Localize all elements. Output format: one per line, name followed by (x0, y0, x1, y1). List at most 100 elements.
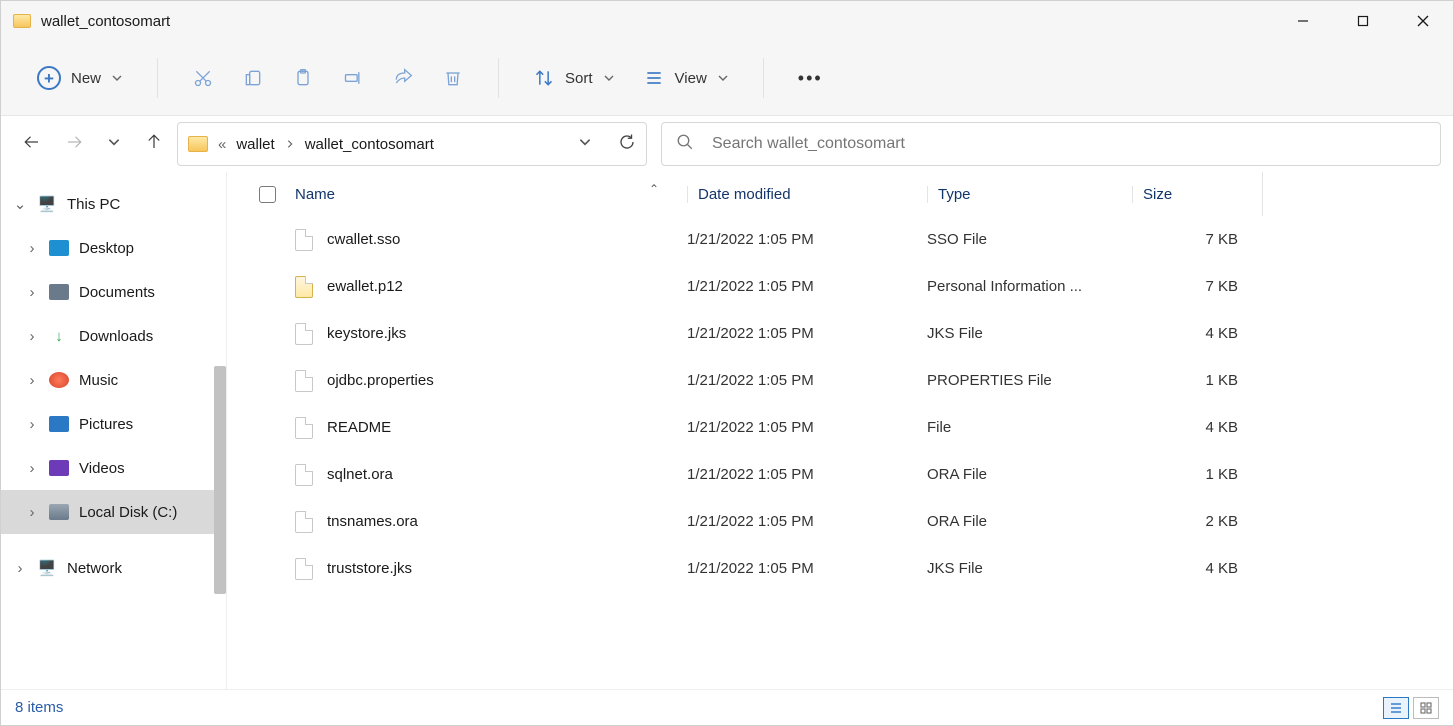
sidebar-local-disk-c[interactable]: › Local Disk (C:) (1, 490, 226, 534)
breadcrumb-wallet[interactable]: wallet (236, 136, 274, 153)
file-row[interactable]: tnsnames.ora1/21/2022 1:05 PMORA File2 K… (227, 498, 1453, 545)
file-name: cwallet.sso (327, 231, 400, 248)
file-type: ORA File (927, 513, 1132, 530)
select-all-checkbox[interactable] (259, 186, 295, 203)
scissors-icon (192, 67, 214, 89)
forward-button[interactable] (65, 133, 83, 155)
thumbnails-view-toggle[interactable] (1413, 697, 1439, 719)
overflow-chevrons[interactable]: « (218, 136, 226, 153)
breadcrumb-current[interactable]: wallet_contosomart (305, 136, 434, 153)
file-icon (295, 511, 313, 533)
file-row[interactable]: sqlnet.ora1/21/2022 1:05 PMORA File1 KB (227, 451, 1453, 498)
maximize-button[interactable] (1333, 1, 1393, 41)
more-button[interactable]: ••• (788, 62, 833, 95)
sidebar-network[interactable]: › 🖥️ Network (1, 546, 226, 590)
search-input[interactable] (710, 134, 1426, 154)
desktop-icon (49, 240, 69, 256)
sidebar-music[interactable]: › Music (1, 358, 226, 402)
chevron-right-icon (285, 136, 295, 153)
file-row[interactable]: README1/21/2022 1:05 PMFile4 KB (227, 404, 1453, 451)
file-type: JKS File (927, 325, 1132, 342)
paste-button[interactable] (282, 61, 324, 95)
sidebar-documents[interactable]: › Documents (1, 270, 226, 314)
music-icon (49, 372, 69, 388)
documents-icon (49, 284, 69, 300)
titlebar: wallet_contosomart (1, 1, 1453, 41)
file-type: Personal Information ... (927, 278, 1132, 295)
file-type: JKS File (927, 560, 1132, 577)
list-icon (643, 67, 665, 89)
search-icon (676, 133, 694, 155)
chevron-right-icon: › (25, 416, 39, 433)
chevron-right-icon: › (25, 284, 39, 301)
sort-button[interactable]: Sort (523, 61, 625, 95)
address-dropdown[interactable] (578, 135, 592, 153)
back-button[interactable] (23, 133, 41, 155)
file-icon (295, 558, 313, 580)
file-date: 1/21/2022 1:05 PM (687, 560, 927, 577)
file-size: 7 KB (1132, 278, 1262, 295)
file-icon (295, 464, 313, 486)
network-icon: 🖥️ (37, 560, 57, 576)
file-icon (295, 323, 313, 345)
sidebar-pictures[interactable]: › Pictures (1, 402, 226, 446)
chevron-right-icon: › (25, 240, 39, 257)
close-button[interactable] (1393, 1, 1453, 41)
rename-button[interactable] (332, 61, 374, 95)
column-name[interactable]: Name ⌃ (295, 186, 687, 203)
up-button[interactable] (145, 133, 163, 155)
sort-label: Sort (565, 70, 593, 87)
sidebar-desktop[interactable]: › Desktop (1, 226, 226, 270)
sidebar-downloads[interactable]: › ↓ Downloads (1, 314, 226, 358)
recent-dropdown[interactable] (107, 135, 121, 153)
new-button[interactable]: + New (27, 60, 133, 96)
file-row[interactable]: ojdbc.properties1/21/2022 1:05 PMPROPERT… (227, 357, 1453, 404)
minimize-button[interactable] (1273, 1, 1333, 41)
file-type: File (927, 419, 1132, 436)
file-name: keystore.jks (327, 325, 406, 342)
file-row[interactable]: ewallet.p121/21/2022 1:05 PMPersonal Inf… (227, 263, 1453, 310)
chevron-right-icon: › (25, 504, 39, 521)
delete-button[interactable] (432, 61, 474, 95)
downloads-icon: ↓ (49, 328, 69, 344)
explorer-window: wallet_contosomart + New Sort View (0, 0, 1454, 726)
scrollbar[interactable] (214, 366, 226, 594)
file-row[interactable]: truststore.jks 1/21/2022 1:05 PMJKS File4… (227, 545, 1453, 592)
share-button[interactable] (382, 61, 424, 95)
view-button[interactable]: View (633, 61, 739, 95)
chevron-down-icon (111, 72, 123, 84)
chevron-right-icon: › (25, 460, 39, 477)
cut-button[interactable] (182, 61, 224, 95)
copy-button[interactable] (232, 61, 274, 95)
sidebar-this-pc[interactable]: ⌄ 🖥️ This PC (1, 182, 226, 226)
search-box[interactable] (661, 122, 1441, 166)
chevron-right-icon: › (25, 328, 39, 345)
file-name: README (327, 419, 391, 436)
address-bar[interactable]: « wallet wallet_contosomart (177, 122, 647, 166)
file-name: truststore.jks (327, 560, 412, 577)
file-size: 1 KB (1132, 466, 1262, 483)
column-type[interactable]: Type (927, 186, 1132, 203)
sidebar-videos[interactable]: › Videos (1, 446, 226, 490)
refresh-button[interactable] (618, 133, 636, 155)
details-view-toggle[interactable] (1383, 697, 1409, 719)
more-icon: ••• (798, 68, 823, 89)
file-icon (295, 417, 313, 439)
file-type: ORA File (927, 466, 1132, 483)
videos-icon (49, 460, 69, 476)
file-size: 4 KB (1132, 419, 1262, 436)
file-size: 4 KB (1132, 325, 1262, 342)
file-type: PROPERTIES File (927, 372, 1132, 389)
rename-icon (342, 67, 364, 89)
sort-asc-icon: ⌃ (649, 182, 659, 196)
column-size[interactable]: Size (1132, 186, 1262, 203)
file-row[interactable]: cwallet.sso1/21/2022 1:05 PMSSO File7 KB (227, 216, 1453, 263)
file-icon (295, 229, 313, 251)
file-size: 4 KB (1132, 560, 1262, 577)
column-date[interactable]: Date modified (687, 186, 927, 203)
file-date: 1/21/2022 1:05 PM (687, 325, 927, 342)
new-label: New (71, 70, 101, 87)
file-date: 1/21/2022 1:05 PM (687, 278, 927, 295)
file-row[interactable]: keystore.jks 1/21/2022 1:05 PMJKS File4 K… (227, 310, 1453, 357)
chevron-down-icon (717, 72, 729, 84)
